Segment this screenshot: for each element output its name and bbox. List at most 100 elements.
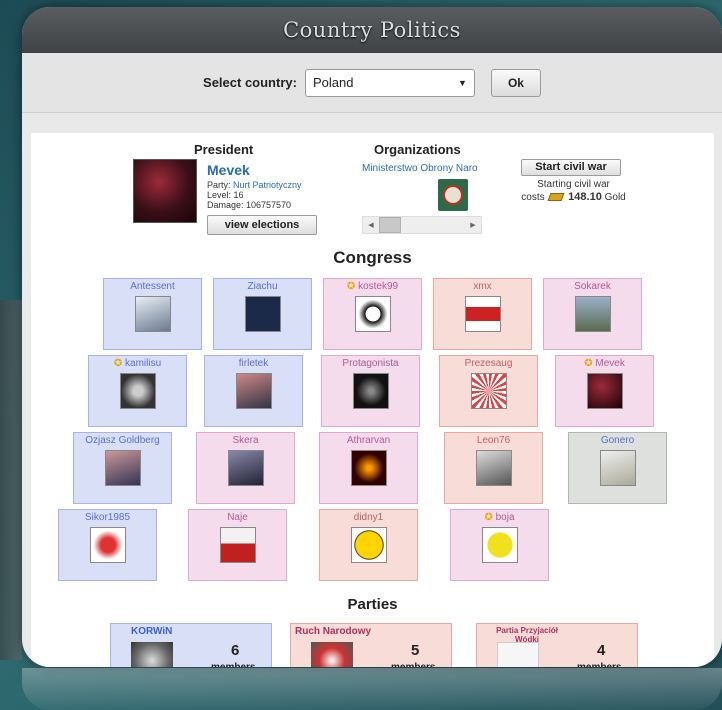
congress-member-name[interactable]: ✪ kamilisu <box>89 356 186 369</box>
congress-member-card[interactable]: Skera <box>196 432 295 504</box>
party-member-count: 4 <box>597 642 606 659</box>
congress-member-name[interactable]: Sikor1985 <box>59 510 156 523</box>
party-member-count: 5 <box>411 642 420 659</box>
scroll-right-icon[interactable]: ▶ <box>465 221 481 229</box>
member-avatar[interactable] <box>89 527 126 563</box>
scroll-thumb[interactable] <box>379 217 401 233</box>
congress-member-card[interactable]: ✪ Mevek <box>555 355 654 427</box>
member-avatar[interactable] <box>235 373 272 409</box>
congress-member-name[interactable]: Ziachu <box>214 279 311 292</box>
congress-member-name[interactable]: Skera <box>197 433 294 446</box>
congress-member-card[interactable]: Gonero <box>568 432 667 504</box>
congress-member-card[interactable]: Ozjasz Goldberg <box>73 432 172 504</box>
civil-war-line1: Starting civil war <box>537 179 610 190</box>
member-avatar[interactable] <box>350 527 387 563</box>
congress-member-card[interactable]: Sikor1985 <box>58 509 157 581</box>
organization-logo[interactable] <box>438 179 468 211</box>
member-name-text: Sikor1985 <box>84 512 131 523</box>
congress-member-name[interactable]: didny1 <box>320 510 417 523</box>
scroll-left-icon[interactable]: ◀ <box>363 221 379 229</box>
president-avatar[interactable] <box>133 159 197 223</box>
congress-member-name[interactable]: Naje <box>189 510 286 523</box>
congress-member-card[interactable]: ✪ kamilisu <box>88 355 187 427</box>
congress-member-card[interactable]: firletek <box>204 355 303 427</box>
member-name-text: Mevek <box>595 358 625 369</box>
congress-member-card[interactable]: ✪ boja <box>450 509 549 581</box>
congress-member-card[interactable]: Prezesaug <box>439 355 538 427</box>
congress-member-name[interactable]: Prezesaug <box>440 356 537 369</box>
member-avatar[interactable] <box>227 450 264 486</box>
member-avatar[interactable] <box>464 296 501 332</box>
congress-member-card[interactable]: ✪ kostek99 <box>323 278 422 350</box>
congress-member-card[interactable]: Sokarek <box>543 278 642 350</box>
member-name-text: Prezesaug <box>464 358 513 369</box>
congress-member-name[interactable]: Sokarek <box>544 279 641 292</box>
party-logo <box>131 642 173 667</box>
congress-member-name[interactable]: Leon76 <box>445 433 542 446</box>
congress-member-name[interactable]: ✪ boja <box>451 510 548 523</box>
member-name-text: xmx <box>473 281 492 292</box>
member-avatar[interactable] <box>244 296 281 332</box>
ok-button[interactable]: Ok <box>490 68 541 97</box>
congress-member-name[interactable]: Gonero <box>569 433 666 446</box>
congress-member-card[interactable]: Protagonista <box>321 355 420 427</box>
leader-star-icon: ✪ <box>113 358 126 369</box>
member-avatar[interactable] <box>481 527 518 563</box>
country-politics-window: Country Politics Select country: Poland … <box>22 7 722 667</box>
congress-member-card[interactable]: xmx <box>433 278 532 350</box>
member-name-text: Skera <box>232 435 259 446</box>
member-avatar[interactable] <box>119 373 156 409</box>
member-avatar[interactable] <box>134 296 171 332</box>
member-name-text: Ziachu <box>247 281 278 292</box>
member-name-text: Athrarvan <box>346 435 391 446</box>
party-logo <box>311 642 353 667</box>
congress-member-name[interactable]: ✪ Mevek <box>556 356 653 369</box>
member-avatar[interactable] <box>470 373 507 409</box>
member-avatar[interactable] <box>104 450 141 486</box>
organizations-scrollbar[interactable]: ◀ ▶ <box>362 216 482 234</box>
member-name-text: Gonero <box>600 435 635 446</box>
congress-member-card[interactable]: Naje <box>188 509 287 581</box>
party-name[interactable]: Ruch Narodowy <box>295 626 371 637</box>
view-elections-button[interactable]: view elections <box>207 215 317 235</box>
member-avatar[interactable] <box>219 527 256 563</box>
member-avatar[interactable] <box>350 450 387 486</box>
congress-member-card[interactable]: didny1 <box>319 509 418 581</box>
party-card[interactable]: Partia Przyjaciół Wódki 4 members <box>476 623 638 667</box>
congress-member-name[interactable]: Protagonista <box>322 356 419 369</box>
leader-star-icon: ✪ <box>346 281 359 292</box>
congress-member-name[interactable]: Ozjasz Goldberg <box>74 433 171 446</box>
congress-member-card[interactable]: Antessent <box>103 278 202 350</box>
member-avatar[interactable] <box>475 450 512 486</box>
country-select[interactable]: Poland ▼ <box>304 68 475 97</box>
politics-panel: President Mevek Party: Nurt Patriotyczny… <box>31 133 714 667</box>
member-name-text: Leon76 <box>476 435 511 446</box>
congress-member-card[interactable]: Ziachu <box>213 278 312 350</box>
parties-heading: Parties <box>347 596 398 613</box>
congress-member-card[interactable]: Leon76 <box>444 432 543 504</box>
start-civil-war-button[interactable]: Start civil war <box>521 159 621 176</box>
president-party-link[interactable]: Nurt Patriotyczny <box>233 180 302 190</box>
country-selector-bar: Select country: Poland ▼ Ok <box>22 53 722 113</box>
member-avatar[interactable] <box>354 296 391 332</box>
party-name[interactable]: KORWiN <box>131 626 172 637</box>
congress-member-name[interactable]: firletek <box>205 356 302 369</box>
member-avatar[interactable] <box>352 373 389 409</box>
congress-member-name[interactable]: ✪ kostek99 <box>324 279 421 292</box>
congress-member-name[interactable]: xmx <box>434 279 531 292</box>
member-avatar[interactable] <box>599 450 636 486</box>
party-card[interactable]: Ruch Narodowy 5 members <box>290 623 452 667</box>
president-heading: President <box>194 142 254 157</box>
president-damage: Damage: 106757570 <box>207 200 292 210</box>
congress-member-name[interactable]: Antessent <box>104 279 201 292</box>
congress-member-card[interactable]: Athrarvan <box>319 432 418 504</box>
party-prefix: Party: <box>207 180 234 190</box>
member-name-text: kamilisu <box>125 358 162 369</box>
president-name-link[interactable]: Mevek <box>207 162 250 178</box>
member-avatar[interactable] <box>574 296 611 332</box>
window-title: Country Politics <box>22 7 722 53</box>
party-card[interactable]: KORWiN 6 members <box>110 623 272 667</box>
organization-link[interactable]: Ministerstwo Obrony Naro <box>362 163 482 174</box>
member-avatar[interactable] <box>586 373 623 409</box>
congress-member-name[interactable]: Athrarvan <box>320 433 417 446</box>
